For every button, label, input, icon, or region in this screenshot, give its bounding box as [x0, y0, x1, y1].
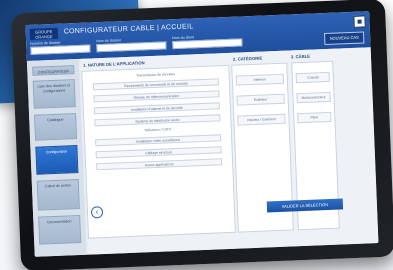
sidebar-item-catalogue[interactable]: Catalogue — [34, 113, 78, 141]
case-name-input[interactable] — [96, 41, 167, 53]
sidebar-item-loss-calculation[interactable]: Calcul de pertes — [36, 179, 80, 211]
close-button[interactable] — [353, 15, 366, 28]
sidebar-item-documentation[interactable]: Documentation — [38, 214, 82, 245]
category-option[interactable]: Intérieur — [235, 73, 285, 86]
cable-option[interactable]: Fibre — [297, 111, 332, 124]
application-option[interactable]: Installation vidéo surveillance — [95, 134, 222, 147]
sidebar-item-configurator[interactable]: CONFIGURATEUR — [32, 65, 75, 76]
application-panel: Transmission de données Équipements de c… — [81, 64, 236, 239]
case-number-input[interactable] — [30, 44, 91, 55]
tablet-screen: GROUPE ORANGE CONFIGURATEUR CABLE | ACCU… — [25, 11, 379, 257]
cable-column-title: 3. CÂBLE — [290, 53, 311, 60]
cable-option[interactable]: Coaxial — [295, 71, 330, 84]
new-case-button[interactable]: NOUVEAU CAS — [324, 31, 365, 46]
category-option[interactable]: Intérieur / Extérieur — [237, 113, 286, 126]
category-option[interactable]: Extérieur — [236, 93, 285, 106]
sidebar: CONFIGURATEUR Liste des dossiers et conf… — [26, 58, 87, 257]
sidebar-item-case-list[interactable]: Liste des dossiers et configurations — [32, 79, 76, 109]
app-title: CONFIGURATEUR CABLE | ACCUEIL — [63, 23, 194, 36]
application-option[interactable]: Réseau de télécommunication — [93, 90, 220, 103]
application-option[interactable]: Autres applications — [96, 158, 223, 171]
application-option[interactable]: Câblage structuré — [95, 146, 222, 159]
sidebar-item-configuration[interactable]: Configuration — [35, 145, 79, 175]
main-content: 1. NATURE DE L'APPLICATION 2. CATÉGORIE … — [80, 47, 379, 255]
application-column-title: 1. NATURE DE L'APPLICATION — [83, 60, 145, 68]
category-column-title: 2. CATÉGORIE — [232, 55, 263, 62]
application-option[interactable]: Installation d'alarme et de sécurité — [93, 102, 220, 115]
client-name-input[interactable] — [172, 38, 243, 50]
tablet-device: GROUPE ORANGE CONFIGURATEUR CABLE | ACCU… — [10, 0, 393, 270]
cable-option[interactable]: Multiconducteur — [296, 91, 331, 104]
app-logo: GROUPE ORANGE — [29, 27, 59, 40]
